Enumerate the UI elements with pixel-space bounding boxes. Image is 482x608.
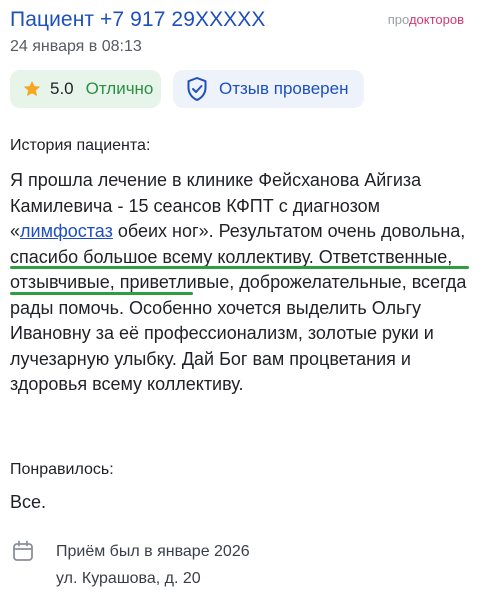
rating-word: Отлично [85, 79, 154, 98]
visit-info: Приём был в январе 2026 ул. Курашова, д.… [12, 538, 250, 592]
history-text-after: обеих ног». Результатом очень довольна, … [10, 221, 467, 394]
verified-badge[interactable]: Отзыв проверен [173, 70, 364, 108]
star-icon [22, 79, 42, 99]
highlight-underline [10, 292, 193, 295]
liked-text: Все. [10, 492, 47, 512]
diagnosis-link[interactable]: лимфостаз [20, 221, 113, 241]
verified-label: Отзыв проверен [219, 79, 349, 98]
calendar-icon [12, 540, 36, 592]
history-text: Я прошла лечение в клинике Фейсханова Ай… [10, 168, 470, 398]
highlight-underline [10, 266, 469, 269]
liked-title: Понравилось: [10, 461, 114, 478]
rating-badge: 5.0 Отлично [10, 70, 161, 108]
rating-score: 5.0 [50, 79, 74, 98]
history-title: История пациента: [10, 137, 151, 154]
badges-row: 5.0 Отлично Отзыв проверен [10, 70, 364, 108]
review-date: 24 января в 08:13 [10, 38, 142, 55]
visit-address[interactable]: ул. Курашова, д. 20 [56, 565, 250, 592]
review-header: Пациент +7 917 29XXXXX продокторов 24 ян… [10, 8, 474, 58]
brand-logo-pro: про [387, 12, 409, 27]
brand-logo[interactable]: продокторов [388, 12, 464, 27]
visit-date: Приём был в январе 2026 [56, 543, 250, 560]
brand-logo-rest: докторов [408, 12, 464, 27]
shield-check-icon [185, 76, 209, 102]
patient-name[interactable]: Пациент +7 917 29XXXXX [10, 8, 266, 32]
